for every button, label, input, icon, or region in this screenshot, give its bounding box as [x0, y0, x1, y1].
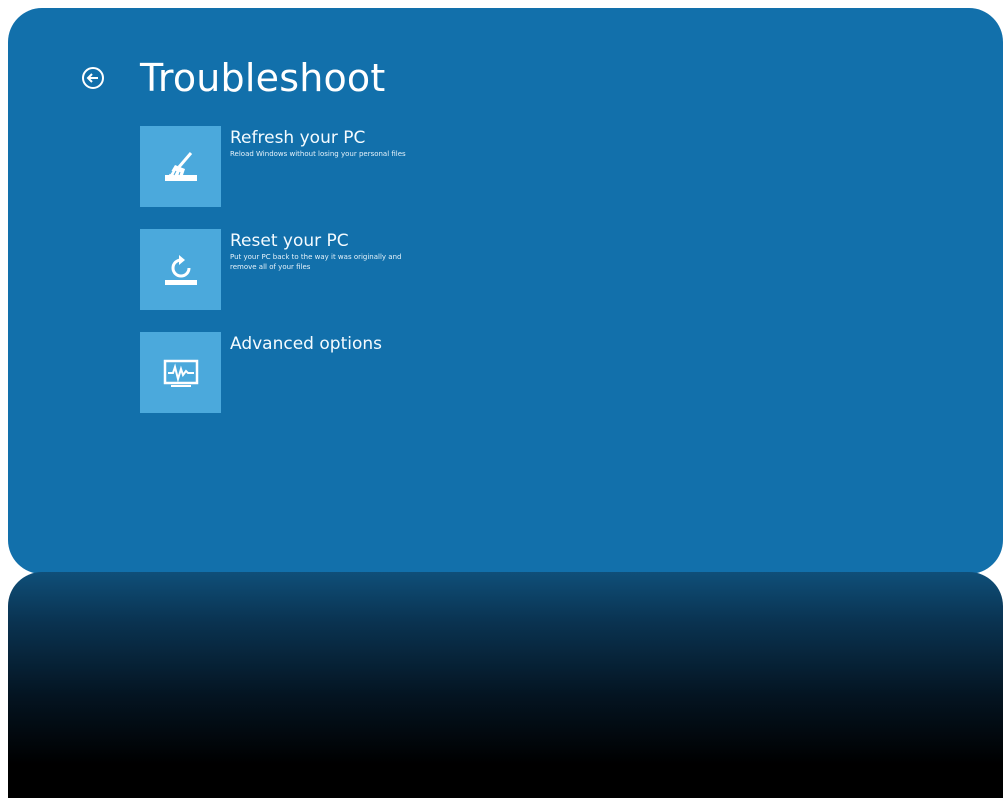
back-arrow-circle-icon [82, 67, 104, 89]
page-title: Troubleshoot [140, 56, 386, 100]
back-button[interactable] [80, 65, 106, 91]
reset-drive-icon [164, 254, 197, 285]
refresh-pc-text: Refresh your PC Reload Windows without l… [230, 128, 430, 159]
refresh-pc-title: Refresh your PC [230, 128, 366, 148]
refresh-pc-description: Reload Windows without losing your perso… [230, 150, 406, 158]
monitor-waveform-icon [163, 359, 198, 387]
reset-pc-text: Reset your PC Put your PC back to the wa… [230, 231, 430, 272]
header: Troubleshoot [80, 48, 386, 108]
advanced-options-option[interactable]: Advanced options [140, 332, 430, 414]
reset-pc-option[interactable]: Reset your PC Put your PC back to the wa… [140, 229, 430, 311]
advanced-options-tile[interactable] [140, 332, 221, 413]
options-list: Refresh your PC Reload Windows without l… [140, 126, 430, 435]
reset-pc-tile[interactable] [140, 229, 221, 310]
troubleshoot-screen: Troubleshoot Refresh your PC Reload Wind… [8, 8, 1003, 574]
screen-reflection [8, 572, 1003, 798]
advanced-options-title: Advanced options [230, 334, 382, 354]
screenshot-stage: Troubleshoot Refresh your PC Reload Wind… [0, 0, 1003, 798]
reset-pc-description: Put your PC back to the way it was origi… [230, 253, 402, 271]
advanced-options-text: Advanced options [230, 334, 430, 354]
broom-drive-icon [164, 151, 197, 181]
reset-pc-title: Reset your PC [230, 231, 349, 251]
refresh-pc-option[interactable]: Refresh your PC Reload Windows without l… [140, 126, 430, 208]
refresh-pc-tile[interactable] [140, 126, 221, 207]
